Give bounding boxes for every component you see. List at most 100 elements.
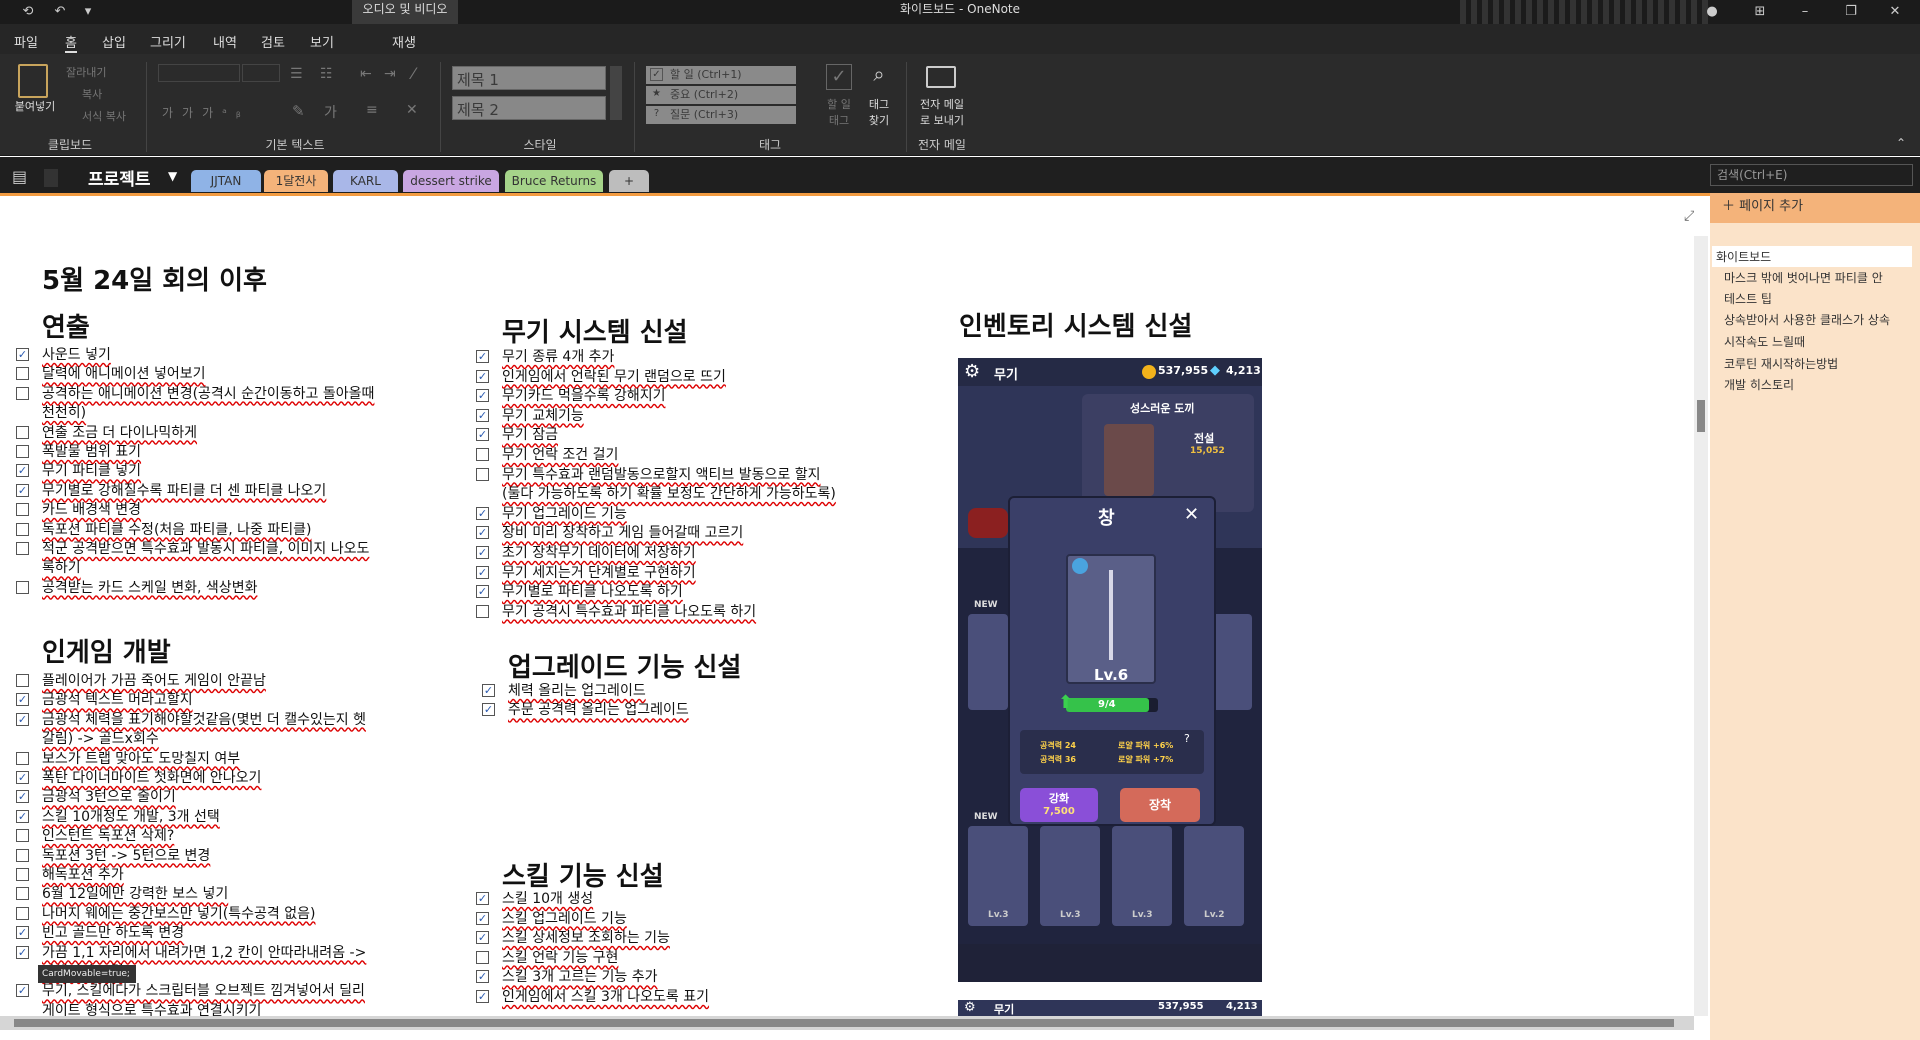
section-tab-jjtan[interactable]: JJTAN (191, 170, 261, 192)
contextual-tab-audio-video[interactable]: 오디오 및 비디오 (352, 0, 458, 24)
checkbox-icon[interactable]: ✓ (482, 684, 495, 697)
checkbox-icon[interactable]: ✓ (16, 693, 29, 707)
weapon-card[interactable] (1212, 614, 1252, 710)
indent-icon[interactable]: ⇥ (384, 66, 396, 82)
format-painter-button[interactable]: 서식 복사 (82, 108, 126, 124)
tag-important[interactable]: ★ 중요 (Ctrl+2) (646, 86, 796, 104)
clear-format-icon[interactable]: ⁄ (412, 64, 415, 83)
email-page-button[interactable]: 전자 메일 로 보내기 (910, 96, 974, 128)
paste-button[interactable]: 붙여넣기 (8, 98, 62, 114)
todo-item[interactable]: ✓ 장비 미리 장착하고 게임 들어갈때 고르기 (476, 524, 743, 542)
todo-item[interactable]: 플레이어가 가끔 죽어도 게임이 안끝남 (16, 672, 266, 690)
todo-item[interactable]: ✓ 빈고 골드만 하도록 변경 (16, 924, 184, 942)
vertical-scrollbar[interactable] (1694, 236, 1708, 1016)
todo-item[interactable]: ✓ 무기카드 먹을수록 강해지기 (476, 387, 665, 405)
todo-item[interactable]: ✓ 금광석 텍스트 머라고할지 (16, 691, 193, 709)
checkbox-icon[interactable] (16, 542, 29, 555)
todo-item[interactable]: 인스턴트 독포션 삭제? (16, 827, 174, 845)
back-icon[interactable]: ⟲ (16, 0, 40, 24)
todo-item[interactable]: 천천히) (42, 404, 86, 422)
game-screenshot-image[interactable]: ⚙ 무기 537,955 ◆ 4,213 성스러운 도끼 전설 15,052 N… (958, 358, 1262, 982)
styles-scroll[interactable] (610, 66, 622, 120)
checkbox-icon[interactable]: ✓ (476, 506, 489, 520)
heading-skill[interactable]: 스킬 기능 신설 (502, 856, 664, 893)
outdent-icon[interactable]: ⇤ (360, 66, 372, 82)
restore-icon[interactable]: ❐ (1836, 0, 1866, 24)
heading-ingame[interactable]: 인게임 개발 (42, 632, 171, 669)
minimize-icon[interactable]: – (1790, 0, 1820, 24)
todo-item[interactable]: ✓ 무기 업그레이드 기능 (476, 505, 627, 523)
checkbox-icon[interactable] (476, 604, 489, 618)
bullet-list-icon[interactable]: ☰ (290, 66, 303, 82)
todo-item[interactable]: 게이트 형식으로 특수효과 연결시키기 (42, 1002, 261, 1016)
add-page-button[interactable]: ＋ 페이지 추가 (1710, 193, 1920, 223)
tag-question[interactable]: ? 질문 (Ctrl+3) (646, 106, 796, 124)
vertical-scroll-thumb[interactable] (1697, 400, 1705, 432)
menu-playback[interactable]: 재생 (392, 32, 416, 51)
todo-item[interactable]: 무기 특수효과 랜덤발동으로할지 액티브 발동으로 할지 (476, 466, 821, 484)
checkbox-icon[interactable] (16, 887, 29, 901)
todo-item[interactable]: ✓ 스킬 10개 생성 (476, 890, 593, 908)
notebook-name[interactable]: 프로젝트 (88, 165, 151, 190)
todo-item[interactable]: ✓ 인게임에서 언락된 무기 랜덤으로 뜨기 (476, 368, 726, 386)
checkbox-icon[interactable] (16, 367, 29, 381)
checkbox-icon[interactable] (16, 906, 29, 920)
checkbox-icon[interactable] (476, 448, 489, 461)
section-tab-1month[interactable]: 1달전사 (264, 170, 328, 192)
close-icon[interactable]: ✕ (1880, 0, 1910, 24)
todo-item[interactable]: ✓ 가끔 1,1 자리에서 내려가면 1,2 칸이 안따라내려옴 -> (16, 944, 366, 962)
checkbox-icon[interactable] (16, 386, 29, 400)
equip-button[interactable]: 장착 (1120, 788, 1200, 822)
heading-upgrade[interactable]: 업그레이드 기능 신설 (508, 647, 741, 684)
todo-item[interactable]: ✓ 체력 올리는 업그레이드 (482, 682, 646, 700)
todo-item[interactable]: ✓ 인게임에서 스킬 3개 나오도록 표기 (476, 988, 709, 1006)
section-tab-bruce-returns[interactable]: Bruce Returns (505, 170, 603, 192)
todo-tag-icon[interactable]: ✓ (826, 64, 852, 90)
email-icon[interactable] (926, 66, 956, 88)
navigation-toggle[interactable] (44, 169, 58, 187)
checkbox-icon[interactable]: ✓ (16, 984, 29, 998)
checkbox-icon[interactable]: ✓ (16, 483, 29, 497)
todo-item[interactable]: (둘다 가능하도록 하기 확률 보정도 간단하게 가능하도록) (502, 485, 836, 503)
page-item[interactable]: 개발 히스토리 (1724, 376, 1904, 393)
checkbox-icon[interactable]: ✓ (476, 970, 489, 984)
checkbox-icon[interactable]: ✓ (476, 546, 489, 559)
page-canvas[interactable]: ⤢ 5월 24일 회의 이후 연출 ✓ 사운드 넣기 달력에 애니메이션 넣어보기 공… (0, 196, 1694, 1016)
page-item[interactable]: 상속받아서 사용한 클래스가 상속 (1724, 311, 1904, 328)
todo-item[interactable]: ✓ 사운드 넣기 (16, 346, 111, 364)
upgrade-button[interactable]: 강화 7,500 (1020, 788, 1098, 822)
checkbox-icon[interactable]: ✓ (476, 931, 489, 945)
checkbox-icon[interactable]: ✓ (476, 389, 489, 403)
heading-direction[interactable]: 연출 (42, 307, 90, 344)
checkbox-icon[interactable] (16, 848, 29, 862)
checkbox-icon[interactable]: ✓ (16, 712, 29, 726)
todo-item[interactable]: ✓ 무기 교체기능 (476, 407, 584, 425)
todo-item[interactable]: ✓ 스킬 업그레이드 기능 (476, 910, 627, 928)
page-item[interactable]: 마스크 밖에 벗어나면 파티클 안 (1724, 269, 1904, 286)
close-icon[interactable]: ✕ (1184, 504, 1199, 525)
todo-item[interactable]: 카드 배경색 변경 (16, 501, 141, 519)
page-item[interactable]: 화이트보드 (1712, 246, 1912, 267)
info-icon[interactable]: ? (1184, 732, 1190, 745)
search-input[interactable]: 검색(Ctrl+E) (1710, 164, 1913, 186)
numbered-list-icon[interactable]: ☷ (320, 66, 333, 82)
checkbox-icon[interactable]: ✓ (476, 428, 489, 442)
align-icon[interactable]: ≡ (366, 102, 378, 118)
todo-item[interactable]: 달력에 애니메이션 넣어보기 (16, 365, 205, 383)
cut-button[interactable]: 잘라내기 (66, 64, 106, 80)
menu-view[interactable]: 보기 (310, 32, 334, 51)
todo-item[interactable]: 공격받는 카드 스케일 변화, 색상변화 (16, 579, 257, 597)
checkbox-icon[interactable]: ✓ (476, 892, 489, 905)
todo-item[interactable]: 스킬 언락 기능 구현 (476, 949, 618, 967)
checkbox-icon[interactable]: ✓ (476, 526, 489, 540)
checkbox-icon[interactable]: ✓ (476, 585, 489, 599)
checkbox-icon[interactable]: ✓ (476, 911, 489, 925)
todo-item[interactable]: 연출 조금 더 다이나믹하게 (16, 424, 197, 442)
todo-item[interactable]: ✓ 스킬 10개정도 개발, 3개 선택 (16, 808, 220, 826)
checkbox-icon[interactable]: ✓ (476, 350, 489, 363)
checkbox-icon[interactable]: ✓ (476, 565, 489, 579)
menu-file[interactable]: 파일 (14, 32, 38, 51)
checkbox-icon[interactable] (16, 829, 29, 843)
todo-item[interactable]: 독포션 3턴 -> 5턴으로 변경 (16, 847, 210, 865)
menu-draw[interactable]: 그리기 (150, 32, 186, 51)
